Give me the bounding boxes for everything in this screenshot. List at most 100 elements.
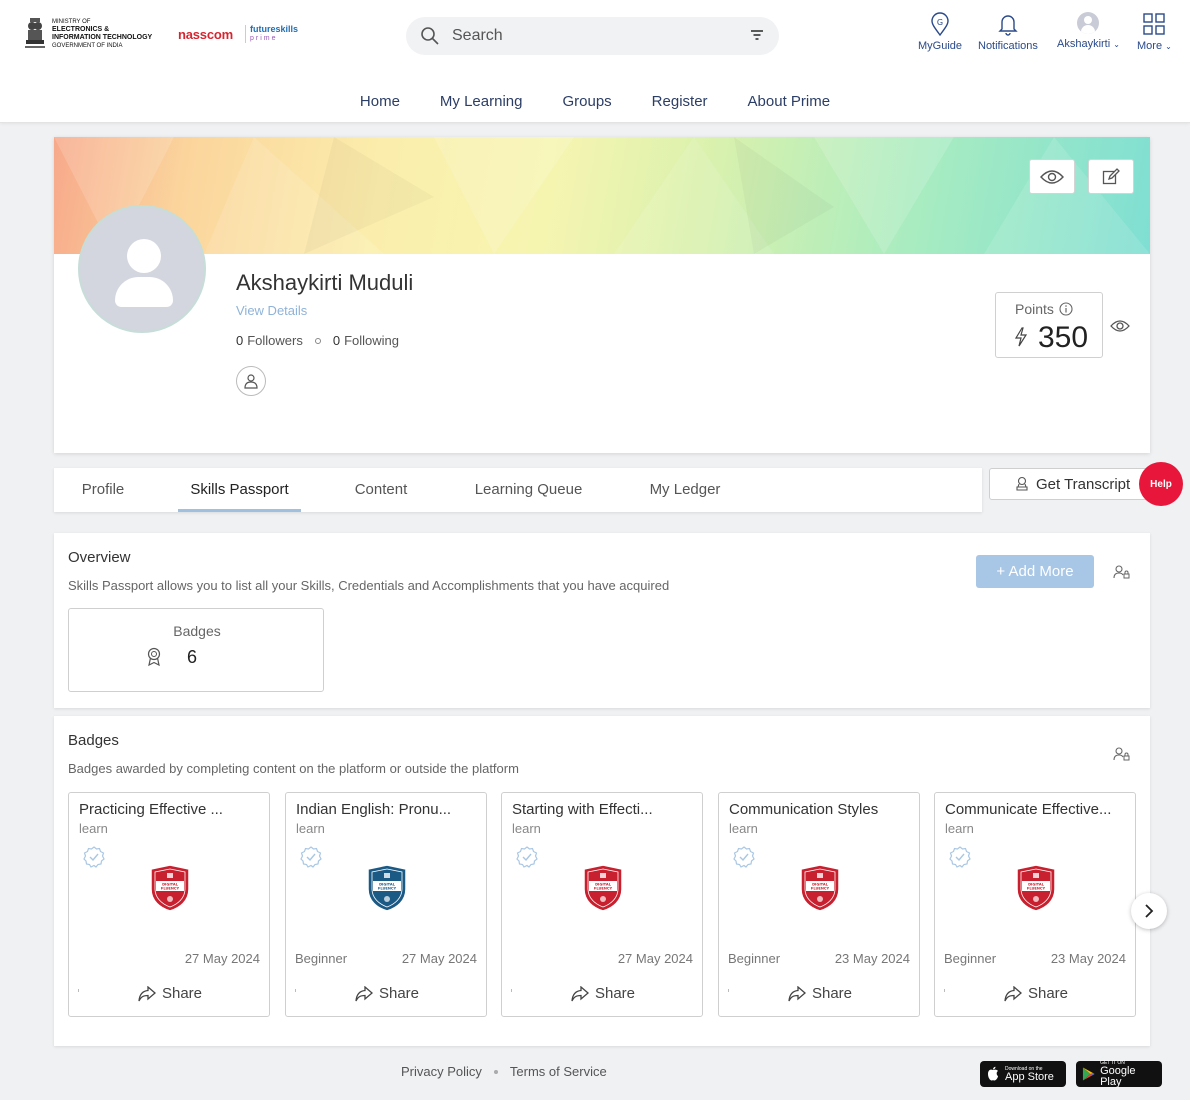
more-label: More	[1137, 40, 1163, 52]
nav-groups[interactable]: Groups	[562, 93, 611, 110]
google-play-badge[interactable]: GET IT ON Google Play	[1076, 1060, 1162, 1088]
badge-date: 27 May 2024	[184, 951, 260, 966]
tab-my-ledger[interactable]: My Ledger	[637, 468, 733, 512]
badge-title: Indian English: Pronu...	[296, 801, 452, 818]
tab-profile[interactable]: Profile	[68, 468, 138, 512]
get-transcript-button[interactable]: Get Transcript	[989, 468, 1149, 500]
followers-link[interactable]: 0 Followers	[236, 333, 303, 348]
user-menu-label: Akshaykirti ⌄	[1057, 38, 1120, 50]
badge-share-button[interactable]: Share	[935, 985, 1137, 1002]
user-name: Akshaykirti	[1057, 38, 1111, 50]
search-bar[interactable]	[406, 17, 779, 55]
visibility-people-icon[interactable]	[1113, 564, 1131, 580]
badges-title: Badges	[68, 732, 119, 749]
search-input[interactable]	[452, 27, 722, 45]
bell-icon	[998, 15, 1018, 36]
digital-fluency-badge-icon: DIGITALFLUENCY	[367, 864, 407, 912]
info-icon[interactable]	[1059, 302, 1073, 316]
ministry-line-2: ELECTRONICS &	[52, 26, 110, 33]
points-label: Points	[1015, 301, 1054, 317]
avatar-body	[115, 277, 173, 307]
partner-logos[interactable]: MINISTRY OF ELECTRONICS & INFORMATION TE…	[22, 14, 298, 54]
nav-home[interactable]: Home	[360, 93, 400, 110]
ministry-line-1: MINISTRY OF	[52, 19, 91, 25]
badge-share-label: Share	[811, 985, 853, 1002]
verified-check-icon	[949, 846, 971, 868]
help-button[interactable]: Help	[1139, 462, 1183, 506]
tab-content[interactable]: Content	[343, 468, 419, 512]
search-icon	[421, 27, 439, 45]
badge-card[interactable]: Practicing Effective ... learn DIGITAL FLUE…	[68, 792, 270, 1017]
badge-card[interactable]: Starting with Effecti... learn DIGITAL FLUE…	[501, 792, 703, 1017]
badge-type: learn	[945, 821, 974, 836]
notifications-button[interactable]: Notifications	[978, 12, 1038, 52]
badge-type: learn	[512, 821, 541, 836]
next-badges-button[interactable]	[1131, 893, 1167, 929]
svg-text:FLUENCY: FLUENCY	[378, 887, 397, 891]
badge-date: 27 May 2024	[617, 951, 693, 966]
user-menu-button[interactable]: Akshaykirti ⌄	[1057, 12, 1120, 50]
profile-info-button[interactable]	[236, 366, 266, 396]
avatar-head	[127, 239, 161, 273]
svg-text:G: G	[937, 18, 943, 27]
user-avatar	[1077, 12, 1100, 34]
badge-share-button[interactable]: Share	[719, 985, 921, 1002]
badge-share-button[interactable]: Share	[69, 985, 271, 1002]
filter-icon[interactable]	[749, 28, 765, 42]
badge-title: Communication Styles	[729, 801, 879, 818]
visibility-people-icon[interactable]	[1113, 746, 1131, 762]
ministry-logo-text: MINISTRY OF ELECTRONICS & INFORMATION TE…	[52, 18, 164, 50]
badge-share-label: Share	[1027, 985, 1069, 1002]
tab-learning-queue[interactable]: Learning Queue	[462, 468, 595, 512]
edit-profile-button[interactable]	[1088, 159, 1134, 194]
ministry-line-4: GOVERNMENT OF INDIA	[52, 43, 123, 49]
profile-avatar[interactable]	[78, 205, 206, 333]
badge-share-button[interactable]: Share	[502, 985, 704, 1002]
points-visibility-toggle[interactable]	[1110, 319, 1130, 338]
award-icon	[147, 647, 161, 667]
main-nav: Home My Learning Groups Register About P…	[0, 93, 1190, 110]
add-more-button[interactable]: + Add More	[976, 555, 1094, 588]
preview-profile-button[interactable]	[1029, 159, 1075, 194]
share-icon	[571, 985, 589, 1001]
badge-date: 23 May 2024	[834, 951, 910, 966]
app-store-text: Download on the App Store	[1005, 1066, 1054, 1083]
svg-text:FLUENCY: FLUENCY	[811, 887, 830, 891]
terms-of-service-link[interactable]: Terms of Service	[510, 1064, 607, 1079]
verified-check-icon	[733, 846, 755, 868]
get-transcript-label: Get Transcript	[1036, 475, 1131, 493]
badge-card[interactable]: Communication Styles learn DIGITAL FLUENCY B…	[718, 792, 920, 1017]
verified-check-icon	[300, 846, 322, 868]
view-details-link[interactable]: View Details	[236, 303, 307, 318]
svg-text:FLUENCY: FLUENCY	[594, 887, 613, 891]
badge-title: Practicing Effective ...	[79, 801, 223, 818]
ministry-line-3: INFORMATION TECHNOLOGY	[52, 34, 153, 41]
google-play-big-text: Google Play	[1100, 1065, 1136, 1088]
profile-card: Akshaykirti Muduli View Details 0 Followe…	[54, 137, 1150, 453]
badge-share-label: Share	[161, 985, 203, 1002]
badges-stat-box[interactable]: Badges 6	[68, 608, 324, 692]
following-link[interactable]: 0 Following	[333, 333, 399, 348]
badge-card[interactable]: Indian English: Pronu... learn DIGITAL FLUE…	[285, 792, 487, 1017]
badge-type: learn	[729, 821, 758, 836]
chevron-right-icon	[1145, 904, 1154, 918]
nav-my-learning[interactable]: My Learning	[440, 93, 523, 110]
badge-card[interactable]: Communicate Effective... learn DIGITAL FLUE…	[934, 792, 1136, 1017]
nav-register[interactable]: Register	[652, 93, 708, 110]
tab-skills-passport[interactable]: Skills Passport	[178, 468, 301, 512]
edit-icon	[1102, 167, 1120, 184]
myguide-icon: G	[931, 12, 949, 36]
follow-stats: 0 Followers 0 Following	[236, 333, 399, 348]
badge-share-button[interactable]: Share	[286, 985, 488, 1002]
nav-about-prime[interactable]: About Prime	[748, 93, 831, 110]
banner-pattern	[54, 137, 1150, 254]
badges-subtitle: Badges awarded by completing content on …	[68, 761, 519, 776]
verified-check-icon	[516, 846, 538, 868]
more-menu-button[interactable]: More ⌄	[1137, 12, 1172, 52]
share-icon	[355, 985, 373, 1001]
app-store-badge[interactable]: Download on the App Store	[980, 1061, 1066, 1087]
google-play-text: GET IT ON Google Play	[1100, 1060, 1156, 1088]
privacy-policy-link[interactable]: Privacy Policy	[401, 1064, 482, 1079]
myguide-button[interactable]: G MyGuide	[918, 12, 962, 52]
badge-date: 23 May 2024	[1050, 951, 1126, 966]
